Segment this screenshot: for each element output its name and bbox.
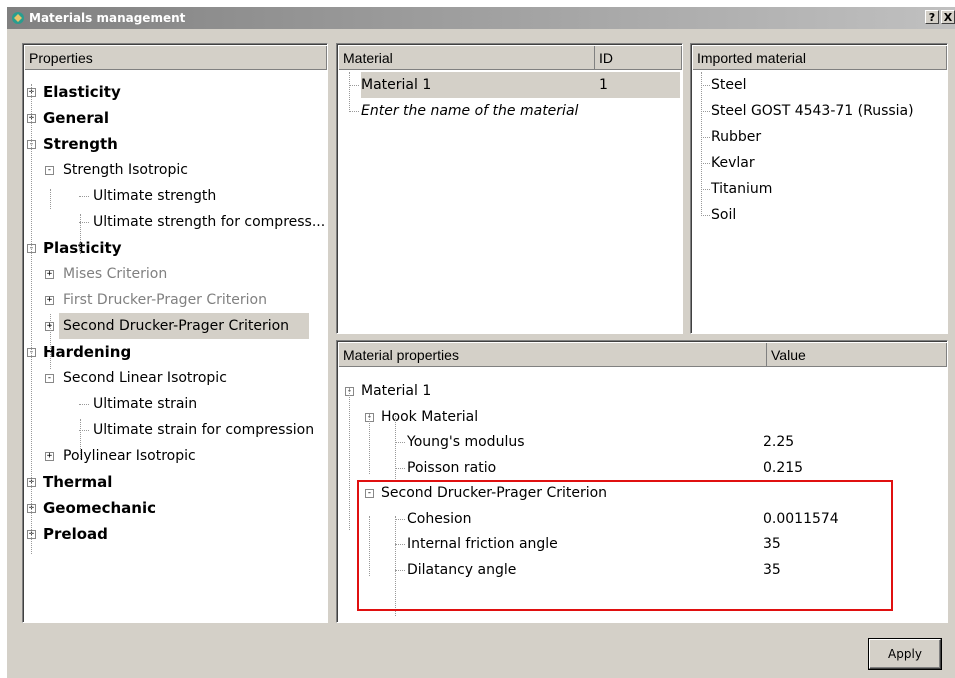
imported-material-header[interactable]: Imported material: [693, 46, 947, 70]
property-tree-item[interactable]: Plasticity: [43, 235, 121, 261]
material-property-label[interactable]: Young's modulus: [407, 429, 525, 455]
expand-icon[interactable]: +: [45, 296, 54, 305]
material-row-name[interactable]: Material 1: [361, 72, 431, 98]
apply-button[interactable]: Apply: [869, 639, 941, 669]
collapse-icon[interactable]: -: [45, 166, 54, 175]
imported-material-item[interactable]: Kevlar: [711, 150, 755, 176]
material-list-panel: Material ID Material 1 1 Enter the name …: [336, 43, 683, 334]
tree-line: [31, 84, 32, 554]
title-bar[interactable]: Materials management ? X: [7, 7, 955, 29]
window-title: Materials management: [29, 11, 186, 25]
expand-icon[interactable]: +: [45, 270, 54, 279]
material-row-id[interactable]: 1: [599, 72, 608, 98]
material-property-value[interactable]: 2.25: [763, 429, 794, 455]
tree-line: [701, 111, 710, 112]
tree-line: [701, 189, 710, 190]
imported-material-panel: Imported material Steel Steel GOST 4543-7…: [690, 43, 948, 334]
imported-material-item[interactable]: Rubber: [711, 124, 761, 150]
app-logo-icon: [12, 12, 24, 24]
properties-header[interactable]: Properties: [25, 46, 327, 70]
title-buttons: ? X: [923, 10, 955, 24]
material-properties-column-header[interactable]: Material properties: [339, 343, 767, 367]
property-tree-item[interactable]: Strength Isotropic: [63, 157, 188, 183]
tree-line: [395, 442, 405, 443]
property-tree-item[interactable]: Preload: [43, 521, 108, 547]
material-column-header[interactable]: Material: [339, 46, 595, 70]
property-tree-item[interactable]: Ultimate strength: [93, 183, 216, 209]
property-tree-item[interactable]: Mises Criterion: [63, 261, 167, 287]
material-property-label[interactable]: Material 1: [361, 378, 431, 404]
tree-line: [701, 163, 710, 164]
tree-line: [369, 414, 370, 474]
material-property-value[interactable]: 0.215: [763, 455, 803, 481]
collapse-icon[interactable]: -: [45, 374, 54, 383]
help-button[interactable]: ?: [925, 10, 939, 24]
property-tree-item[interactable]: First Drucker-Prager Criterion: [63, 287, 267, 313]
tree-line: [80, 214, 81, 254]
tree-line: [701, 137, 710, 138]
tree-line: [50, 314, 51, 369]
property-tree-item[interactable]: Polylinear Isotropic: [63, 443, 196, 469]
tree-line: [79, 404, 89, 405]
tree-line: [349, 388, 350, 530]
property-tree-item[interactable]: Second Drucker-Prager Criterion: [63, 313, 289, 339]
properties-panel: Properties + Elasticity + General - Strength -…: [22, 43, 328, 623]
tree-line: [701, 72, 702, 214]
property-tree-item[interactable]: Geomechanic: [43, 495, 156, 521]
expand-icon[interactable]: +: [45, 452, 54, 461]
imported-material-item[interactable]: Titanium: [711, 176, 772, 202]
property-tree-item[interactable]: Ultimate strength for compress...: [93, 209, 325, 235]
property-tree-item[interactable]: Second Linear Isotropic: [63, 365, 227, 391]
tree-line: [50, 189, 51, 209]
id-column-header[interactable]: ID: [595, 46, 682, 70]
property-tree-item[interactable]: Thermal: [43, 469, 112, 495]
tree-line: [349, 72, 350, 112]
materials-management-window: Materials management ? X Properties + Elas…: [7, 7, 955, 678]
property-tree-item[interactable]: General: [43, 105, 109, 131]
close-button[interactable]: X: [941, 10, 955, 24]
tree-line: [395, 467, 405, 469]
tree-line: [349, 85, 359, 86]
imported-material-item[interactable]: Soil: [711, 202, 736, 228]
property-tree-item[interactable]: Hardening: [43, 339, 131, 365]
tree-line: [701, 215, 710, 216]
tree-line: [349, 111, 359, 112]
property-tree-item[interactable]: Elasticity: [43, 79, 121, 105]
tree-line: [79, 196, 89, 197]
tree-line: [80, 419, 81, 459]
highlight-annotation-box: [357, 480, 893, 611]
tree-line: [701, 85, 710, 86]
new-material-name-input[interactable]: Enter the name of the material: [361, 98, 578, 124]
tree-line: [395, 414, 396, 479]
imported-material-item[interactable]: Steel: [711, 72, 747, 98]
imported-material-item[interactable]: Steel GOST 4543-71 (Russia): [711, 98, 914, 124]
material-property-label[interactable]: Poisson ratio: [407, 455, 496, 481]
property-tree-item[interactable]: Ultimate strain: [93, 391, 197, 417]
property-tree-item[interactable]: Strength: [43, 131, 118, 157]
property-tree-item[interactable]: Ultimate strain for compression: [93, 417, 314, 443]
value-column-header[interactable]: Value: [767, 343, 947, 367]
